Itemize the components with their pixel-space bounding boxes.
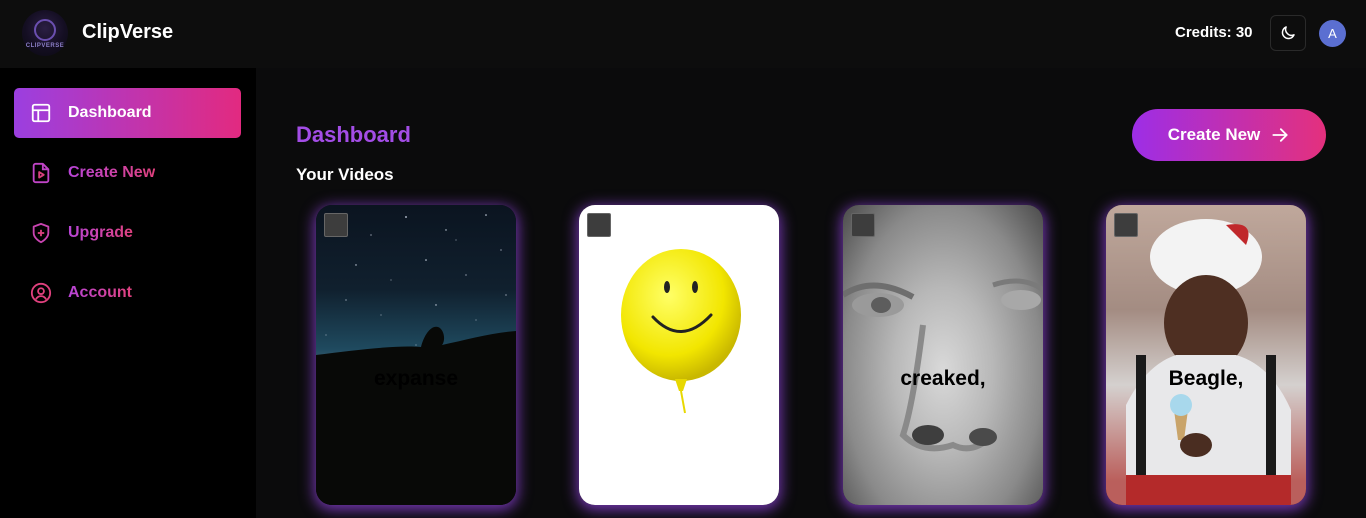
- statue-face-image: [843, 278, 1043, 452]
- sidebar-item-label: Create New: [68, 164, 156, 181]
- page-title: Dashboard: [296, 122, 411, 147]
- sidebar-item-label: Dashboard: [68, 104, 152, 121]
- layout-icon: [31, 103, 51, 123]
- theme-toggle-button[interactable]: [1270, 15, 1306, 51]
- sidebar-item-label: Upgrade: [68, 224, 133, 241]
- arrow-right-icon: [1272, 128, 1288, 142]
- video-thumbnail: [1106, 205, 1306, 505]
- sidebar-item-account[interactable]: Account: [14, 268, 241, 318]
- main-content: Dashboard Your Videos Create New expanse…: [256, 68, 1366, 518]
- select-checkbox[interactable]: [324, 213, 348, 237]
- shield-plus-icon: [32, 222, 50, 244]
- user-circle-icon: [30, 282, 52, 304]
- select-checkbox[interactable]: [587, 213, 611, 237]
- create-new-button[interactable]: Create New: [1132, 109, 1326, 161]
- credits-counter: Credits: 30: [1175, 24, 1253, 41]
- video-thumbnail: [843, 205, 1043, 505]
- sidebar-item-label: Account: [68, 284, 132, 301]
- video-thumbnail: [316, 205, 516, 505]
- sidebar-item-dashboard[interactable]: Dashboard: [14, 88, 241, 138]
- sidebar-item-upgrade[interactable]: Upgrade: [14, 208, 241, 258]
- video-card[interactable]: [579, 205, 779, 505]
- user-avatar[interactable]: A: [1319, 20, 1346, 47]
- logo-ring-icon: [34, 19, 56, 41]
- man-santa-hat-image: [1106, 205, 1306, 505]
- sidebar-item-create-new[interactable]: Create New: [14, 148, 241, 198]
- select-checkbox[interactable]: [851, 213, 875, 237]
- video-caption: creaked,: [900, 367, 986, 390]
- video-card[interactable]: Beagle,: [1106, 205, 1306, 505]
- section-title: Your Videos: [296, 165, 394, 184]
- video-caption: expanse: [373, 367, 459, 390]
- sidebar: Dashboard Create New Upgrade Account: [0, 68, 256, 518]
- video-card[interactable]: expanse: [316, 205, 516, 505]
- video-thumbnail: [579, 205, 779, 505]
- app-title: ClipVerse: [82, 21, 174, 43]
- hill-silhouette: [316, 326, 516, 505]
- moon-icon: [1281, 26, 1295, 40]
- app-logo[interactable]: CLIPVERSE: [22, 10, 68, 56]
- video-card[interactable]: creaked,: [843, 205, 1043, 505]
- select-checkbox[interactable]: [1114, 213, 1138, 237]
- file-video-icon: [32, 162, 50, 184]
- logo-text: CLIPVERSE: [25, 43, 65, 49]
- video-caption: Beagle,: [1168, 367, 1244, 390]
- smiley-balloon-image: [621, 249, 741, 414]
- create-new-label: Create New: [1167, 125, 1261, 144]
- top-bar: CLIPVERSE ClipVerse Credits: 30 A: [0, 0, 1366, 68]
